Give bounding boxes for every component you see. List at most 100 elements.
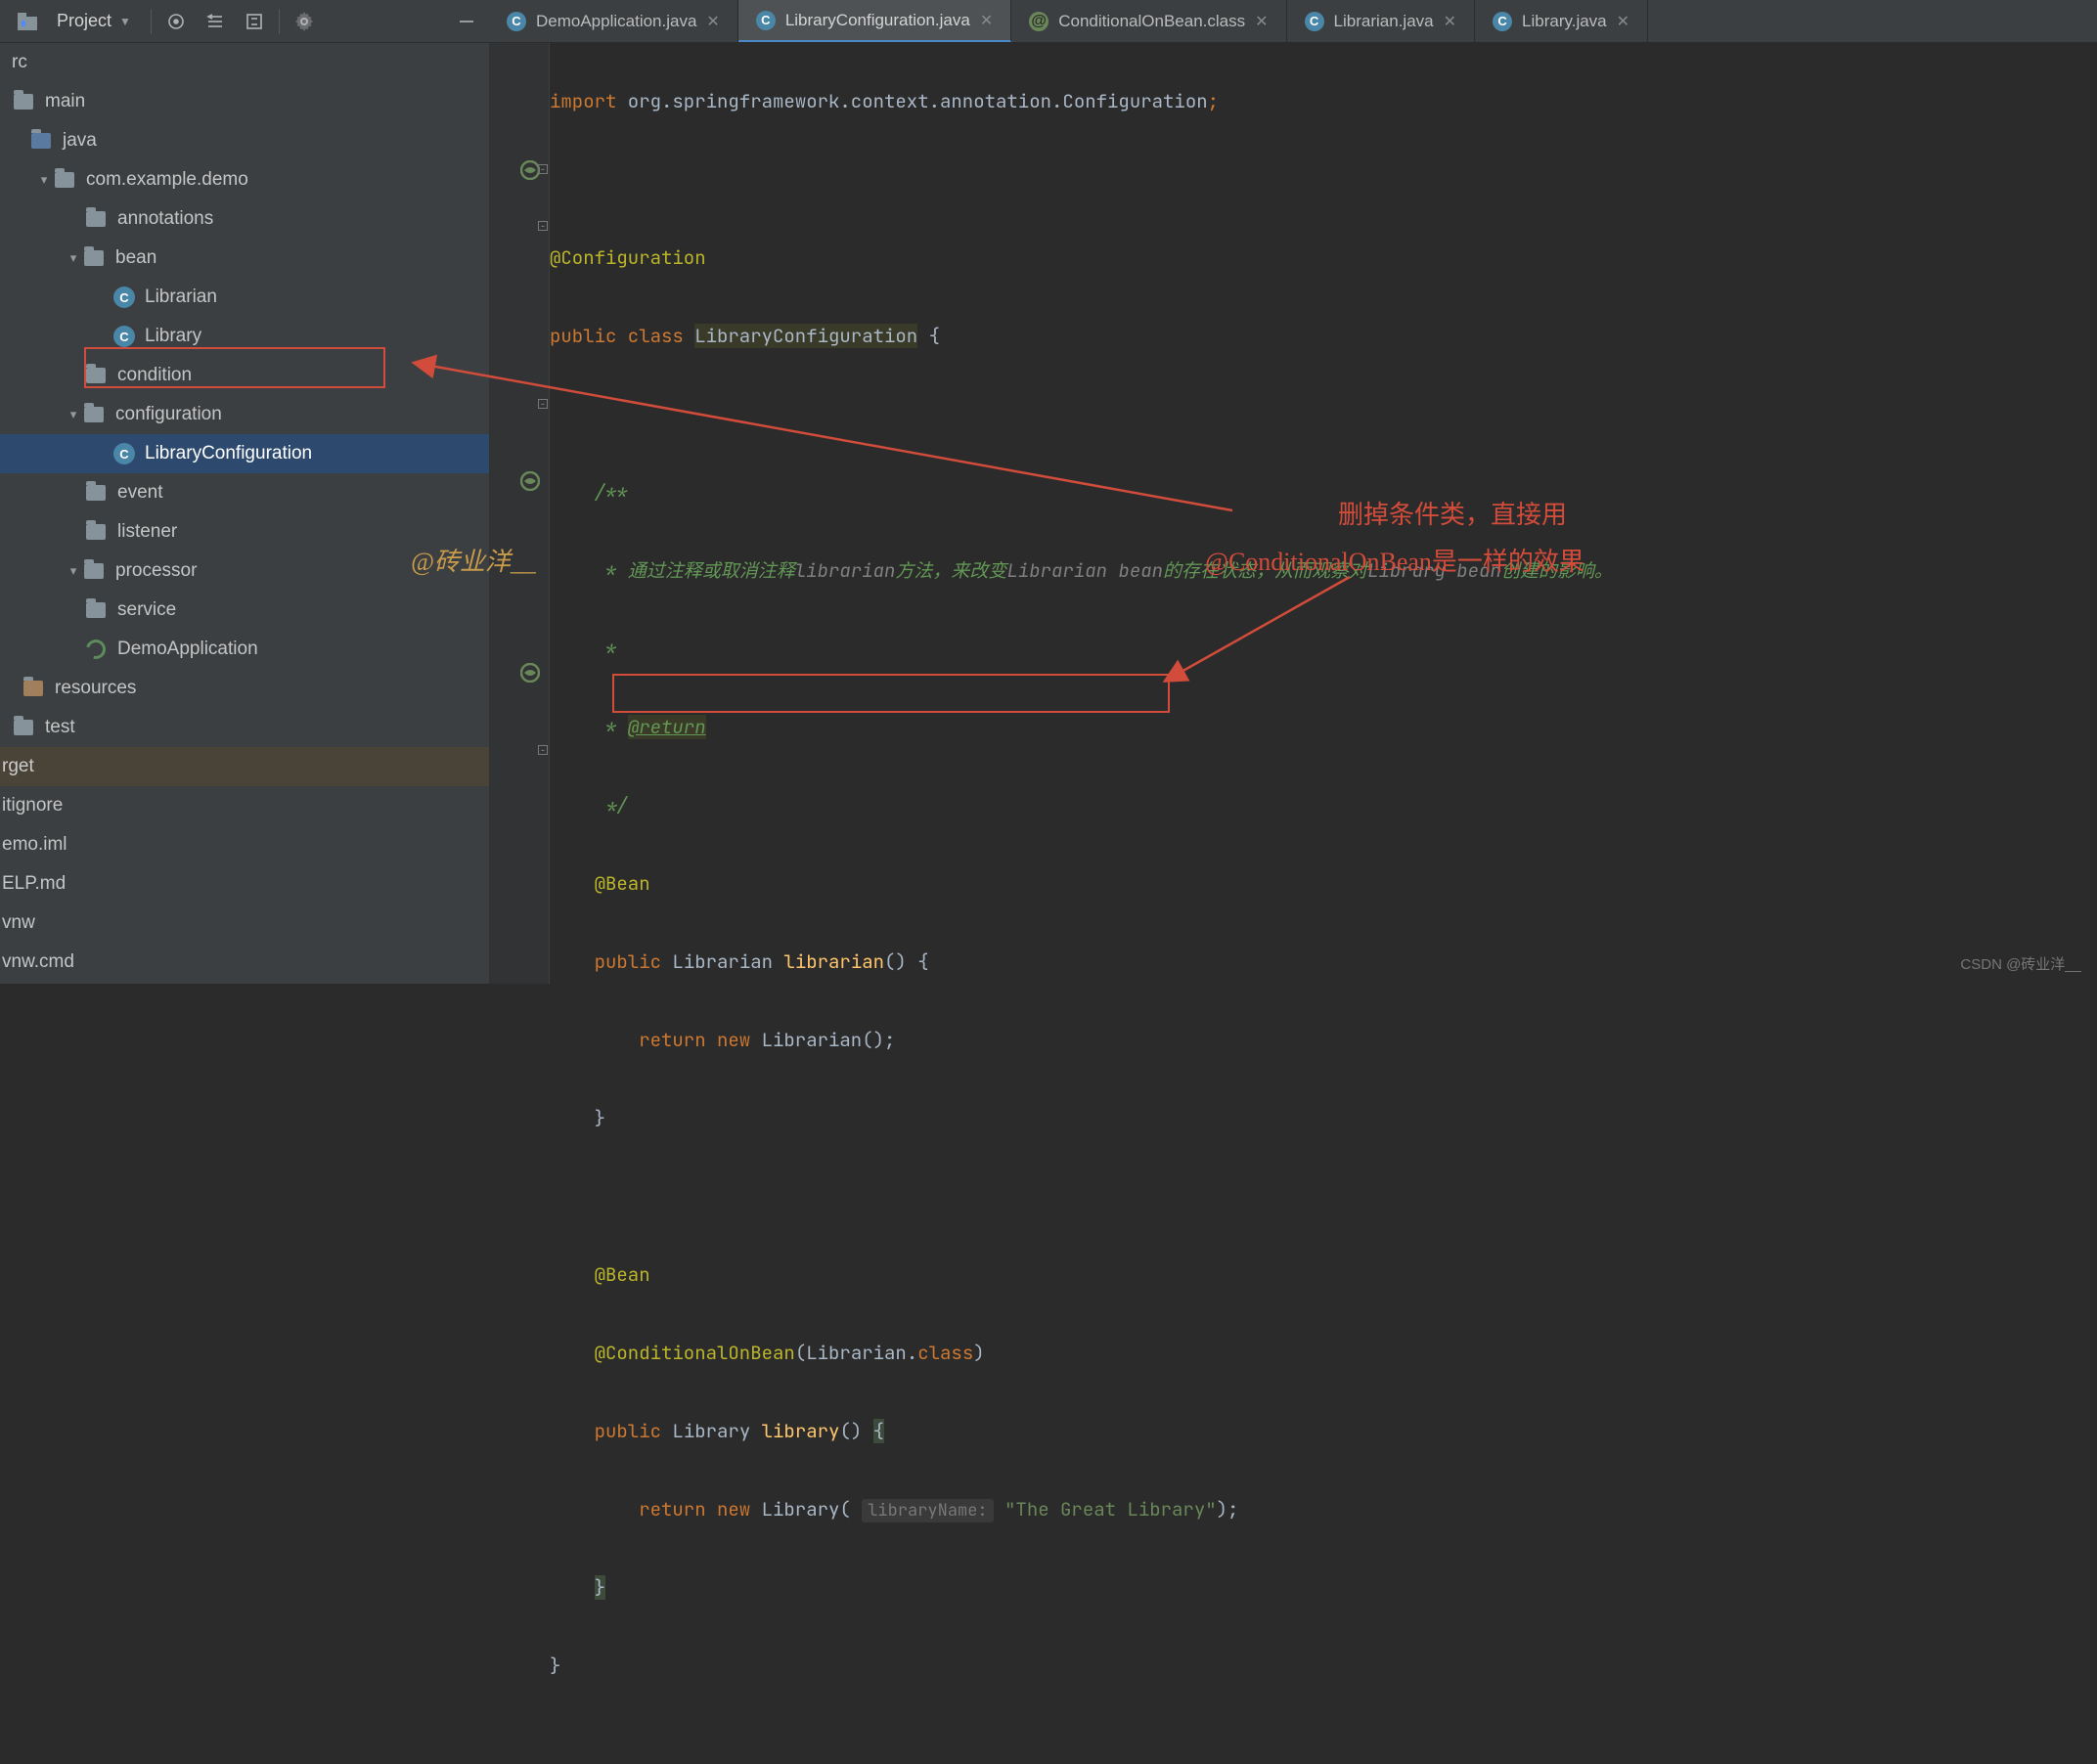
code-token: librarian xyxy=(795,558,896,583)
project-label: Project xyxy=(57,11,112,31)
spring-bean-gutter-icon[interactable] xyxy=(520,663,542,684)
tab-demoapplication[interactable]: C DemoApplication.java ✕ xyxy=(489,0,738,42)
tree-package-bean[interactable]: ▾ bean xyxy=(0,239,489,278)
watermark-text: @砖业洋__ xyxy=(411,542,536,578)
gear-icon[interactable] xyxy=(290,7,319,36)
code-token: Librarian xyxy=(661,949,783,974)
tab-label: Librarian.java xyxy=(1334,12,1434,31)
hide-panel-icon[interactable] xyxy=(452,7,481,36)
tree-package-event[interactable]: event xyxy=(0,473,489,512)
java-class-icon: C xyxy=(113,287,135,308)
tree-label: vnw xyxy=(2,912,35,934)
package-icon xyxy=(84,250,104,266)
tree-class-demoapplication[interactable]: DemoApplication xyxy=(0,630,489,669)
code-token: * 通过注释或取消注释 xyxy=(595,558,795,583)
tree-file-gitignore[interactable]: itignore xyxy=(0,786,489,825)
code-token: 方法，来改变 xyxy=(895,558,1006,583)
code-token: } xyxy=(595,1575,605,1600)
separator xyxy=(151,9,152,34)
parameter-hint: libraryName: xyxy=(862,1499,993,1522)
tree-folder-main[interactable]: main xyxy=(0,82,489,121)
project-icon xyxy=(16,10,39,33)
tree-label: emo.iml xyxy=(2,834,67,856)
collapse-all-icon[interactable] xyxy=(240,7,269,36)
tree-folder-target[interactable]: rget xyxy=(0,747,489,786)
separator xyxy=(279,9,280,34)
tree-class-libraryconfiguration[interactable]: C LibraryConfiguration xyxy=(0,434,489,473)
close-icon[interactable]: ✕ xyxy=(1617,12,1629,31)
code-token: import xyxy=(550,89,616,113)
spring-boot-icon xyxy=(82,636,109,662)
tree-file-helpmd[interactable]: ELP.md xyxy=(0,864,489,904)
package-icon xyxy=(84,407,104,422)
project-tree[interactable]: rc main java ▾ com.example.demo annotati… xyxy=(0,43,489,984)
tree-package-demo[interactable]: ▾ com.example.demo xyxy=(0,160,489,199)
fold-icon[interactable]: - xyxy=(538,745,548,755)
java-class-icon: C xyxy=(113,326,135,347)
code-token: * xyxy=(595,637,617,661)
code-token: return new xyxy=(639,1497,761,1521)
tree-folder-java[interactable]: java xyxy=(0,121,489,160)
chevron-down-icon[interactable]: ▾ xyxy=(65,407,82,422)
tree-package-service[interactable]: service xyxy=(0,591,489,630)
package-icon xyxy=(86,485,106,501)
fold-icon[interactable]: - xyxy=(538,164,548,174)
tree-label: DemoApplication xyxy=(117,639,258,660)
chevron-right-icon[interactable]: ▾ xyxy=(65,563,82,579)
project-dropdown[interactable]: Project ▼ xyxy=(6,6,141,37)
tree-label: Library xyxy=(145,326,201,347)
fold-icon[interactable]: - xyxy=(538,221,548,231)
tree-file-mvnw[interactable]: vnw xyxy=(0,904,489,943)
tree-label: vnw.cmd xyxy=(2,951,74,973)
csdn-watermark: CSDN @砖业洋__ xyxy=(1960,953,2081,974)
tree-file-iml[interactable]: emo.iml xyxy=(0,825,489,864)
tree-label: Librarian xyxy=(145,287,217,308)
chevron-down-icon: ▼ xyxy=(119,15,131,28)
tree-label: service xyxy=(117,599,176,621)
package-icon xyxy=(86,602,106,618)
package-icon xyxy=(55,172,74,188)
code-token: "The Great Library" xyxy=(994,1497,1217,1521)
close-icon[interactable]: ✕ xyxy=(1255,12,1268,31)
code-token: Librarian(); xyxy=(762,1028,896,1052)
spring-bean-gutter-icon[interactable] xyxy=(520,471,542,493)
tree-class-librarian[interactable]: C Librarian xyxy=(0,278,489,317)
code-token: @Configuration xyxy=(550,245,706,270)
tab-librarian[interactable]: C Librarian.java ✕ xyxy=(1287,0,1475,42)
tree-package-configuration[interactable]: ▾ configuration xyxy=(0,395,489,434)
editor-gutter: - - - - xyxy=(489,43,550,984)
code-token: () xyxy=(839,1419,872,1443)
tab-library[interactable]: C Library.java ✕ xyxy=(1475,0,1648,42)
chevron-down-icon[interactable]: ▾ xyxy=(35,172,53,188)
code-token: LibraryConfiguration xyxy=(694,324,917,348)
code-editor[interactable]: - - - - import org.springframework.conte… xyxy=(489,43,2097,984)
tab-conditionalonbean[interactable]: @ ConditionalOnBean.class ✕ xyxy=(1011,0,1286,42)
close-icon[interactable]: ✕ xyxy=(706,12,719,31)
tree-file-mvnwcmd[interactable]: vnw.cmd xyxy=(0,943,489,982)
code-token: return new xyxy=(639,1028,761,1052)
code-token: ) xyxy=(973,1341,984,1365)
select-open-file-icon[interactable] xyxy=(161,7,191,36)
editor-tabs: C DemoApplication.java ✕ C LibraryConfig… xyxy=(489,0,2097,43)
code-token: class xyxy=(917,1341,973,1365)
tree-label: rc xyxy=(12,52,27,73)
code-token: * xyxy=(595,715,628,739)
resources-folder-icon xyxy=(23,681,43,696)
tree-folder-rc[interactable]: rc xyxy=(0,43,489,82)
expand-all-icon[interactable] xyxy=(201,7,230,36)
code-content[interactable]: import org.springframework.context.annot… xyxy=(550,43,2097,984)
java-class-icon: C xyxy=(113,443,135,464)
close-icon[interactable]: ✕ xyxy=(1444,12,1456,31)
tree-label: test xyxy=(45,717,75,738)
tab-libraryconfiguration[interactable]: C LibraryConfiguration.java ✕ xyxy=(738,0,1011,42)
code-token: @ConditionalOnBean xyxy=(595,1341,795,1365)
tree-folder-test[interactable]: test xyxy=(0,708,489,747)
fold-icon[interactable]: - xyxy=(538,399,548,409)
tree-folder-resources[interactable]: resources xyxy=(0,669,489,708)
close-icon[interactable]: ✕ xyxy=(980,11,993,30)
tree-label: bean xyxy=(115,247,156,269)
tree-label: configuration xyxy=(115,404,222,425)
tree-package-annotations[interactable]: annotations xyxy=(0,199,489,239)
tab-label: LibraryConfiguration.java xyxy=(785,11,970,30)
chevron-down-icon[interactable]: ▾ xyxy=(65,250,82,266)
